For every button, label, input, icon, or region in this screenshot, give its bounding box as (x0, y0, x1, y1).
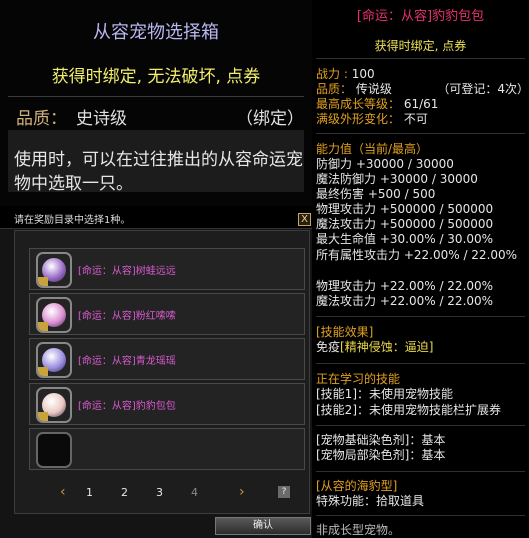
reward-name: [命运：从容]青龙瑶瑶 (78, 356, 176, 367)
bind-tag: （绑定） (236, 109, 304, 129)
dialog-header: 请在奖励目录中选择1种。 X (0, 206, 312, 229)
reward-item[interactable]: [命运：从容]青龙瑶瑶 (29, 338, 305, 380)
bind-seal-icon (38, 322, 48, 331)
bind-notice: 获得时绑定, 无法破坏, 点券 (51, 67, 261, 87)
dialog-prompt: 请在奖励目录中选择1种。 (14, 215, 131, 226)
appearance-label: 满级外形变化： (316, 112, 404, 126)
grade-value: 史诗级 (76, 109, 127, 129)
stat-line: 最大生命值 +30.00% / 30.00% (316, 232, 494, 246)
empty-slot-icon (36, 432, 72, 468)
reward-name: [命运：从容]树蛙远远 (78, 266, 176, 277)
page-3[interactable]: 3 (156, 486, 163, 499)
dye-line: [宠物局部染色剂]：基本 (316, 448, 446, 462)
stat-line: 防御力 +30000 / 30000 (316, 157, 454, 171)
pet-icon (36, 342, 72, 378)
item-description: 使用时，可以在过往推出的从容命运宠物中选取一只。 (14, 150, 303, 194)
item-title: 从容宠物选择箱 (93, 22, 219, 43)
divider (316, 471, 525, 472)
reward-item[interactable]: [命运：从容]树蛙远远 (29, 248, 305, 290)
divider (316, 425, 525, 426)
max-level-row: 最高成长等级： 61/61 (316, 97, 438, 112)
reward-name: [命运：从容]豹豹包包 (78, 401, 176, 412)
bind-seal-icon (38, 277, 48, 286)
grade-label: 品质： (16, 109, 67, 129)
bind-seal-icon (38, 367, 48, 376)
stat-line: 所有属性攻击力 +22.00% / 22.00% (316, 248, 518, 262)
reward-item[interactable]: [命运：从容]豹豹包包 (29, 383, 305, 425)
pet-icon (36, 297, 72, 333)
immune-value: [精神侵蚀：逼迫] (340, 340, 434, 354)
divider (316, 58, 525, 59)
reward-name: [命运：从容]粉红嗦嗦 (78, 311, 176, 322)
power-label: 战力 : (316, 67, 352, 81)
power-row: 战力 : 100 (316, 67, 375, 82)
item-tooltip-left: 从容宠物选择箱 获得时绑定, 无法破坏, 点券 品质： 史诗级 （绑定） 使用时… (0, 0, 312, 206)
skill-line: [技能1]：未使用宠物技能 (316, 387, 453, 401)
appearance-row: 满级外形变化： 不可 (316, 112, 428, 127)
special-value: 拾取道具 (376, 494, 425, 508)
close-icon[interactable]: X (298, 213, 311, 226)
max-level-value: 61/61 (403, 97, 439, 111)
page-2[interactable]: 2 (121, 486, 128, 499)
immune-prefix: 免疫 (316, 340, 341, 354)
divider (316, 316, 525, 317)
reward-select-dialog: 请在奖励目录中选择1种。 X [命运：从容]树蛙远远 [命运：从容]粉红嗦嗦 [… (0, 206, 312, 538)
help-icon[interactable]: ? (278, 486, 290, 498)
stat-line: 物理攻击力 +22.00% / 22.00% (316, 279, 494, 293)
type-header: [从容的海豹型] (316, 479, 398, 493)
stat-line: 魔法攻击力 +22.00% / 22.00% (316, 294, 494, 308)
bind-notice: 获得时绑定, 点券 (374, 39, 467, 53)
reward-list: [命运：从容]树蛙远远 [命运：从容]粉红嗦嗦 [命运：从容]青龙瑶瑶 [命运：… (14, 230, 310, 514)
grade-row: 品质： 传说级 （可登记：4次） (316, 82, 529, 97)
register-count: （可登记：4次） (437, 82, 529, 96)
stat-line: 魔法攻击力 +500000 / 500000 (316, 217, 494, 231)
max-level-label: 最高成长等级： (316, 97, 404, 111)
next-page-icon[interactable]: › (239, 484, 245, 500)
pet-title: [命运：从容]豹豹包包 (356, 9, 485, 24)
skill-line: [技能2]：未使用宠物技能栏扩展券 (316, 403, 501, 417)
special-label: 特殊功能： (316, 494, 377, 508)
reward-item[interactable]: [命运：从容]粉红嗦嗦 (29, 293, 305, 335)
divider (316, 515, 525, 516)
item-tooltip-right: [命运：从容]豹豹包包 获得时绑定, 点券 战力 : 100 品质： 传说级 （… (312, 0, 529, 538)
immune-row: 免疫[精神侵蚀：逼迫] (316, 340, 433, 355)
bind-seal-icon (38, 412, 48, 421)
pet-icon (36, 387, 72, 423)
reward-item-empty (29, 428, 305, 470)
skill-effect-header: [技能效果] (316, 325, 374, 339)
confirm-button[interactable]: 确认 (215, 517, 311, 535)
divider (8, 96, 304, 97)
page-4[interactable]: 4 (191, 486, 198, 499)
grade-row: 品质： 史诗级 （绑定） (8, 104, 304, 129)
page-1[interactable]: 1 (86, 486, 93, 499)
grade-label: 品质： (316, 82, 356, 96)
dye-line: [宠物基础染色剂]：基本 (316, 433, 446, 447)
power-value: 100 (351, 67, 375, 81)
stat-line: 最终伤害 +500 / 500 (316, 187, 436, 201)
grade-value: 传说级 (355, 82, 392, 96)
pagination: ‹ 1 2 3 4 › ? (14, 484, 308, 502)
special-row: 特殊功能：拾取道具 (316, 494, 424, 509)
prev-page-icon[interactable]: ‹ (60, 484, 66, 500)
footer-note: 非成长型宠物。 (316, 523, 401, 537)
learning-skills-header: 正在学习的技能 (316, 372, 401, 386)
stat-line: 魔法防御力 +30000 / 30000 (316, 172, 478, 186)
ability-header: 能力值（当前/最高） (316, 142, 429, 156)
appearance-value: 不可 (403, 112, 428, 126)
divider (316, 363, 525, 364)
divider (316, 133, 525, 134)
pet-icon (36, 252, 72, 288)
stat-line: 物理攻击力 +500000 / 500000 (316, 202, 494, 216)
